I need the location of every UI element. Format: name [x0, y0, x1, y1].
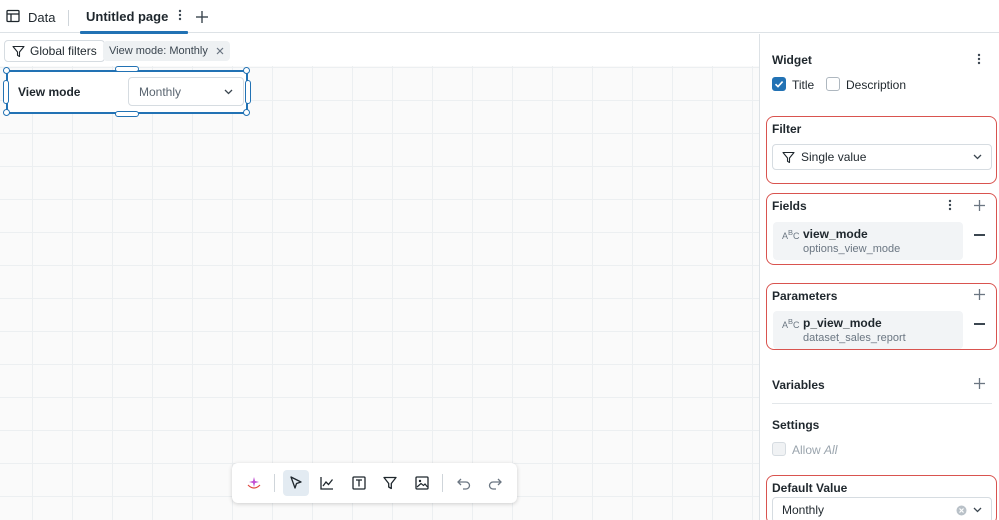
- field-name: view_mode: [803, 227, 868, 241]
- default-value-text: Monthly: [782, 503, 825, 517]
- assistant-icon: [247, 477, 261, 489]
- image-icon: [414, 476, 429, 490]
- field-item[interactable]: ABC view_mode options_view_mode: [773, 222, 963, 260]
- resize-handle-top-right[interactable]: [243, 67, 250, 74]
- filter-type-select[interactable]: Single value: [772, 144, 992, 170]
- title-checkbox[interactable]: [772, 77, 786, 91]
- global-filters-button[interactable]: Global filters: [4, 40, 105, 62]
- redo-button[interactable]: [483, 470, 508, 496]
- view-mode-select[interactable]: Monthly: [128, 77, 244, 106]
- tab-divider: [68, 10, 69, 26]
- undo-button[interactable]: [451, 470, 476, 496]
- tab-data[interactable]: Data: [6, 9, 55, 26]
- pointer-icon: [290, 476, 302, 489]
- title-checkbox-label: Title: [792, 78, 815, 92]
- kebab-icon[interactable]: [977, 53, 981, 68]
- add-page-button[interactable]: [194, 9, 210, 25]
- active-filter-chip[interactable]: View mode: Monthly: [103, 41, 230, 61]
- add-variable-button[interactable]: [973, 377, 986, 393]
- chevron-down-icon: [973, 507, 982, 513]
- description-checkbox-label: Description: [846, 78, 907, 92]
- add-field-button[interactable]: [973, 199, 986, 215]
- filter-type-value: Single value: [801, 150, 867, 164]
- filter-bar: Global filters View mode: Monthly: [0, 34, 760, 66]
- plus-icon: [196, 11, 208, 23]
- default-value-select[interactable]: Monthly: [772, 497, 992, 520]
- filter-chip-label: View mode: Monthly: [109, 45, 208, 57]
- toolbar-divider: [274, 474, 276, 492]
- kebab-icon[interactable]: [178, 9, 182, 24]
- parameter-item[interactable]: ABC p_view_mode dataset_sales_report: [773, 311, 963, 349]
- undo-icon: [456, 478, 471, 490]
- resize-handle-bottom-left[interactable]: [3, 109, 10, 116]
- line-chart-icon: [320, 477, 334, 490]
- add-text-box-button[interactable]: [346, 470, 371, 496]
- resize-handle-bottom-right[interactable]: [243, 109, 250, 116]
- field-source: options_view_mode: [803, 243, 901, 255]
- add-visualization-button[interactable]: [315, 470, 340, 496]
- variables-section-title: Variables: [772, 378, 825, 392]
- view-mode-filter-widget[interactable]: View mode Monthly: [6, 70, 248, 114]
- filter-section-title: Filter: [772, 122, 802, 136]
- tab-page-label: Untitled page: [86, 9, 169, 24]
- parameter-source: dataset_sales_report: [803, 332, 906, 344]
- text-box-icon: [352, 476, 366, 490]
- allow-all-label: Allow All: [792, 443, 838, 457]
- add-filter-button[interactable]: [377, 470, 402, 496]
- settings-section-title: Settings: [772, 418, 820, 432]
- string-type-icon: ABC: [782, 317, 800, 330]
- plus-icon: [974, 289, 985, 300]
- toolbar-divider: [442, 474, 444, 492]
- remove-parameter-button[interactable]: [974, 323, 985, 325]
- filter-icon: [782, 151, 795, 163]
- plus-icon: [974, 200, 985, 211]
- resize-handle-top[interactable]: [115, 66, 139, 72]
- select-tool-button[interactable]: [283, 470, 309, 496]
- redo-icon: [489, 478, 503, 490]
- remove-field-button[interactable]: [974, 234, 985, 236]
- section-divider: [772, 403, 992, 404]
- chevron-down-icon: [224, 89, 233, 94]
- filter-icon: [383, 476, 397, 490]
- page-tab-bar: Data Untitled page: [0, 0, 999, 34]
- allow-all-checkbox[interactable]: [772, 442, 786, 456]
- canvas-toolbar: [232, 463, 517, 503]
- filter-icon: [12, 45, 25, 57]
- resize-handle-bottom[interactable]: [115, 111, 139, 117]
- add-image-button[interactable]: [409, 470, 434, 496]
- close-icon[interactable]: [216, 47, 224, 55]
- view-mode-select-value: Monthly: [139, 84, 182, 99]
- resize-handle-left[interactable]: [3, 80, 9, 104]
- kebab-icon[interactable]: [948, 199, 952, 214]
- resize-handle-top-left[interactable]: [3, 67, 10, 74]
- checkmark-icon: [774, 81, 784, 88]
- parameter-name: p_view_mode: [803, 316, 882, 330]
- string-type-icon: ABC: [782, 228, 800, 241]
- widget-section-title: Widget: [772, 53, 812, 67]
- parameters-section-title: Parameters: [772, 289, 838, 303]
- global-filters-label: Global filters: [30, 44, 97, 58]
- description-checkbox[interactable]: [826, 77, 840, 91]
- fields-section-title: Fields: [772, 199, 807, 213]
- assistant-button[interactable]: [241, 470, 266, 496]
- chevron-down-icon: [973, 154, 982, 160]
- add-parameter-button[interactable]: [973, 288, 986, 304]
- resize-handle-right[interactable]: [245, 80, 251, 104]
- tab-untitled-page[interactable]: Untitled page: [80, 0, 189, 34]
- default-value-section-title: Default Value: [772, 481, 848, 495]
- tab-data-label: Data: [28, 10, 56, 25]
- clear-icon[interactable]: [956, 505, 967, 516]
- table-icon: [6, 9, 20, 26]
- plus-icon: [974, 378, 985, 389]
- widget-title: View mode: [18, 85, 81, 99]
